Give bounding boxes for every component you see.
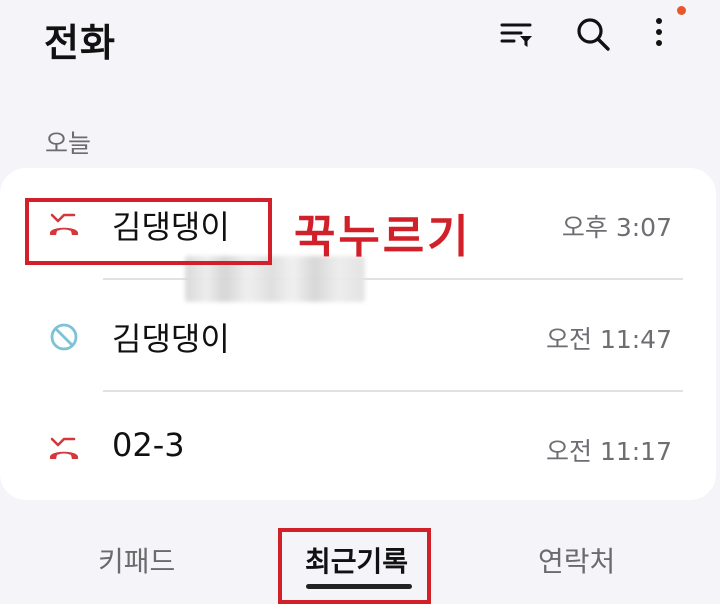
filter-icon[interactable] [497,14,537,54]
section-label-today: 오늘 [45,129,92,158]
caller-number: 02-3 [112,426,185,464]
blocked-call-icon [48,321,80,353]
call-time: 오전 11:47 [546,325,672,354]
page-title: 전화 [44,21,116,65]
call-time: 오전 11:17 [546,437,672,466]
call-log-row[interactable]: 02-3 오전 11:17 [0,392,716,502]
call-time: 오후 3:07 [561,213,672,242]
annotation-long-press-text: 꾹누르기 [294,210,472,263]
tab-contacts[interactable]: 연락처 [538,540,615,580]
highlight-box-recents-tab [278,528,431,604]
missed-call-icon [48,433,80,465]
more-options-icon[interactable] [640,14,680,54]
search-icon[interactable] [573,14,613,54]
notification-dot [677,6,686,15]
caller-name: 김댕댕이 [112,320,230,358]
tab-keypad[interactable]: 키패드 [98,540,175,580]
highlight-box-call-entry [25,198,272,265]
